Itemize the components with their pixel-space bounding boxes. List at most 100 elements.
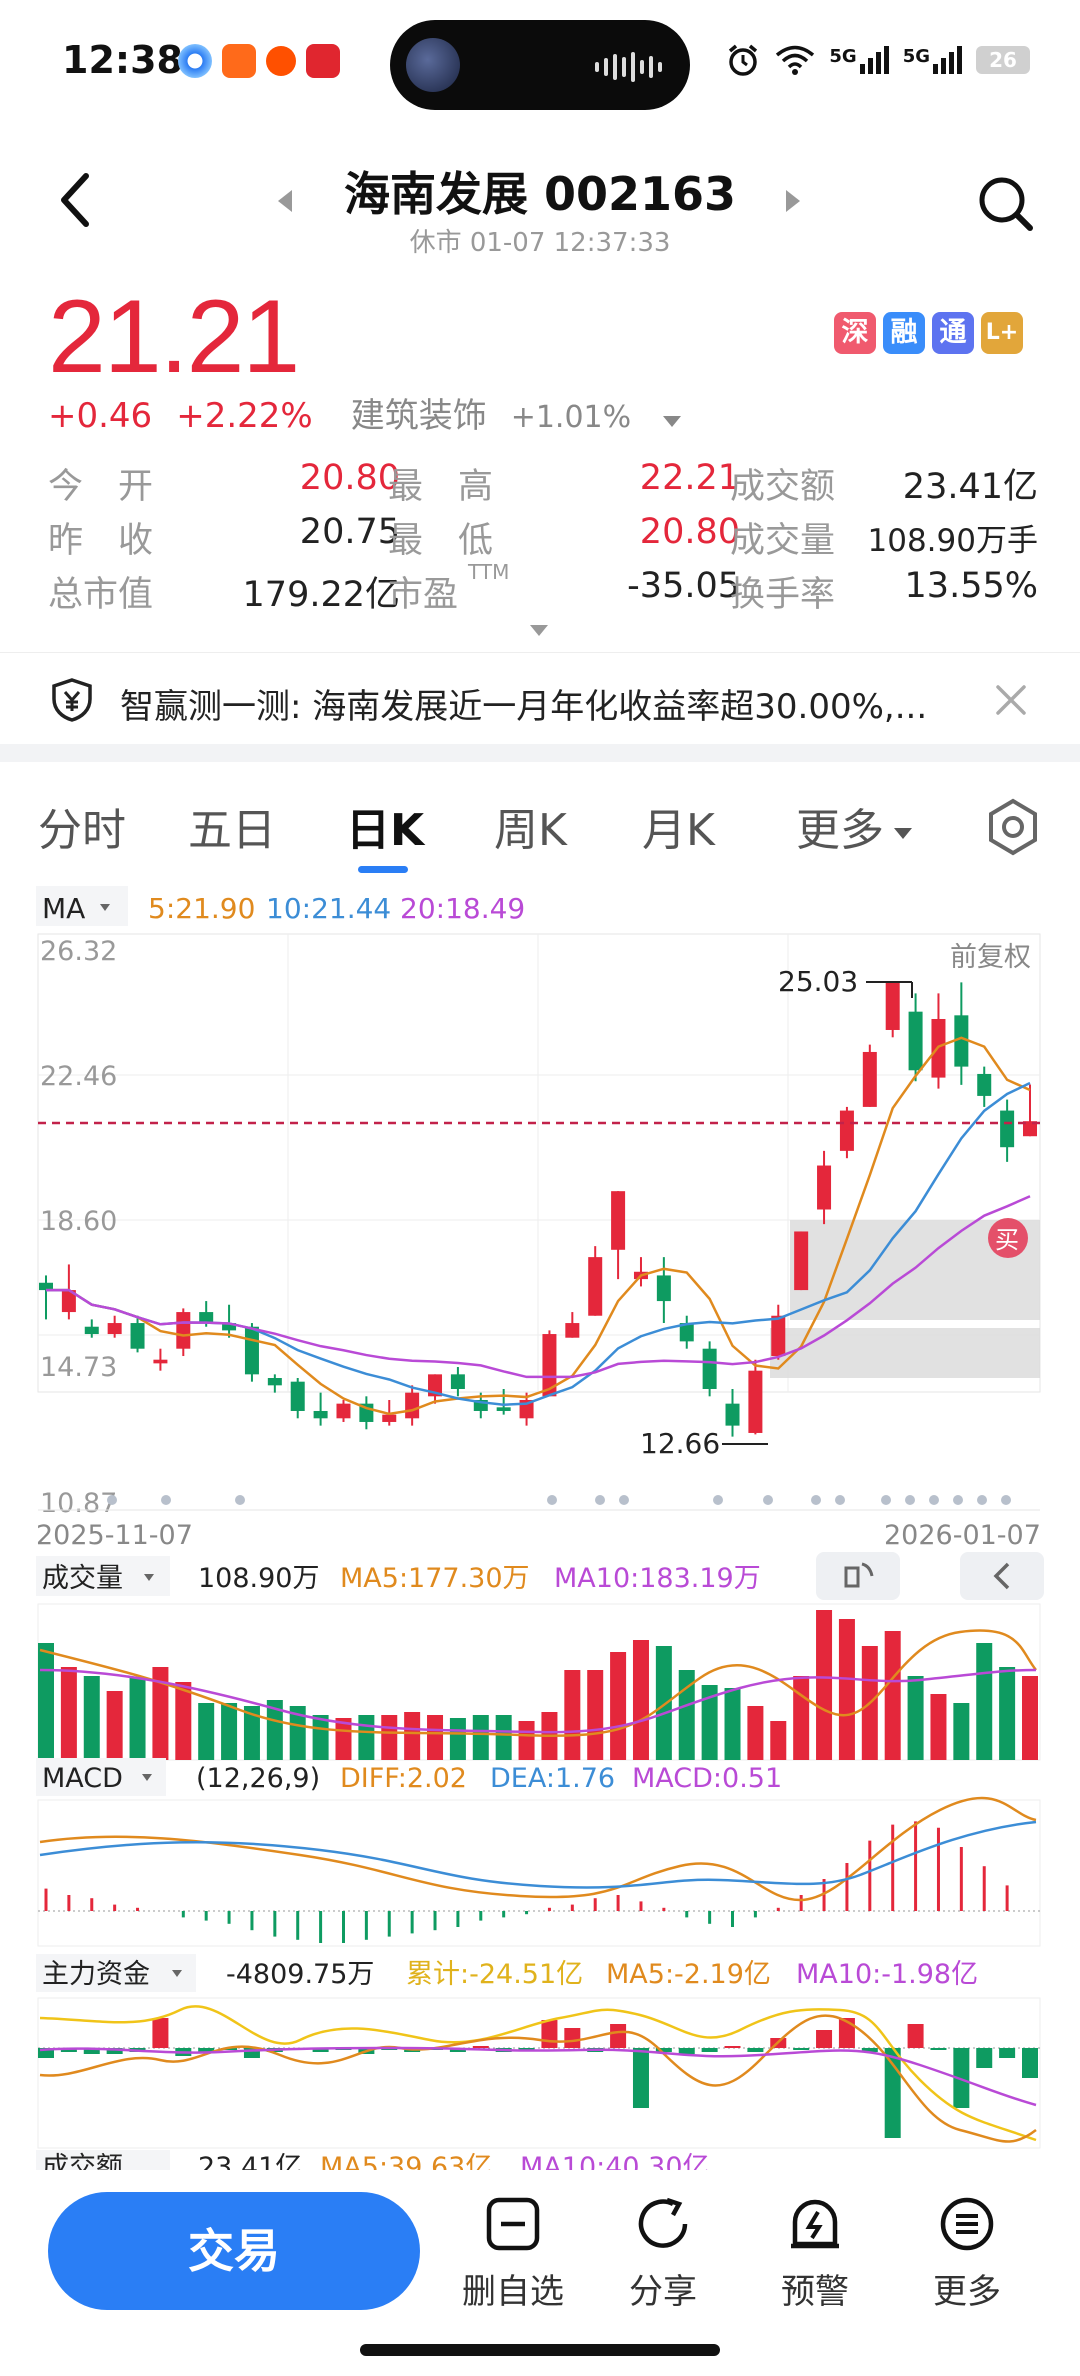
candle-body [748,1370,763,1433]
candle-body [656,1275,671,1302]
stat-pe-ttm: TTM [468,560,510,584]
trade-button[interactable]: 交易 [48,2192,420,2310]
y-tick-label: 22.46 [40,1061,117,1092]
app-icon-taobao [266,46,296,76]
flow-bar [564,2028,581,2048]
flow-ma10: MA10:-1.98亿 [796,1959,978,1990]
amount-ma10: MA10:40.30亿 [520,2152,710,2170]
more-label: 更多 [933,2272,1001,2312]
current-price: 21.21 [48,279,300,395]
minus-square-icon [486,2197,540,2251]
volume-bar [587,1670,604,1760]
vol-label: 成交量 [42,1563,123,1594]
candle-body [130,1323,145,1349]
macd-label: MACD [42,1763,123,1794]
alert-icon [791,2199,839,2249]
signal-1-icon: 5G [829,46,889,74]
volume-bar [564,1670,581,1760]
tab-intraday[interactable]: 分时 [38,794,126,858]
search-icon[interactable] [976,174,1036,234]
notice-banner[interactable]: 智赢测一测: 海南发展近一月年化收益率超30.00%,... [0,652,1080,744]
settings-icon[interactable] [984,798,1042,856]
app-icon-red [306,44,340,78]
candle-body [244,1326,259,1375]
bottom-action-bar: 交易 删自选 分享 预警 更多 [0,2180,1080,2376]
badge-level2[interactable]: L+ [981,312,1023,354]
tab-daily-k[interactable]: 日K [346,794,424,858]
kline-chart[interactable]: MA 5:21.90 10:21.44 20:18.49 26.32 22.46… [0,880,1080,2183]
macd-diff: DIFF:2.02 [340,1763,467,1794]
macd-value: MACD:0.51 [632,1763,782,1794]
candle-body [702,1348,717,1389]
amount-value: 23.41亿 [198,2152,302,2170]
tab-weekly-k[interactable]: 周K [494,794,567,858]
vol-ma10: MA10:183.19万 [554,1563,761,1594]
volume-bar [976,1643,993,1760]
volume-bar [632,1640,649,1760]
flow-bar [816,2030,833,2048]
chip-zone-lower [770,1328,1040,1378]
volume-bar [930,1694,947,1760]
badge-sz[interactable]: 深 [834,312,876,354]
candle-body [153,1359,168,1364]
badge-margin[interactable]: 融 [883,312,925,354]
flow-bar [884,2048,901,2138]
collapse-button[interactable] [960,1552,1044,1600]
stat-open: 20.80 [299,458,400,498]
volume-bar [221,1703,238,1760]
network-label: 5G [902,46,930,67]
share-icon [638,2197,688,2248]
shield-yen-icon [52,678,92,722]
volume-bar [198,1703,215,1760]
vol-value: 108.90万 [198,1563,319,1594]
stat-label: 换手率 [730,575,836,615]
remove-watchlist-label: 删自选 [462,2272,564,2312]
flow-bar [907,2024,924,2048]
candle-body [565,1323,580,1338]
sector-name[interactable]: 建筑装饰 [351,388,487,437]
remove-watchlist-button[interactable]: 删自选 [448,2194,578,2313]
dynamic-island[interactable] [390,20,690,110]
sector-pct[interactable]: +1.01% [511,400,631,435]
amount-ma5: MA5:39.63亿 [320,2152,492,2170]
stat-label: 市盈 [388,575,459,615]
stat-prev-close: 20.75 [299,512,400,552]
candle-body [290,1381,305,1411]
stat-market-cap: 179.22亿 [242,575,400,615]
alert-label: 预警 [781,2272,849,2312]
volume-bar [106,1691,123,1760]
flow-value: -4809.75万 [226,1959,374,1990]
candle-body [405,1392,420,1419]
next-stock-icon[interactable] [786,190,800,212]
battery-icon: 26 [976,46,1030,74]
close-icon[interactable] [992,681,1030,719]
flow-ma5: MA5:-2.19亿 [606,1959,771,1990]
stat-pe: -35.05 [627,566,740,606]
y-tick-label: 26.32 [40,936,117,967]
expand-stats-icon[interactable] [530,625,548,636]
kline-chart-area[interactable]: MA 5:21.90 10:21.44 20:18.49 26.32 22.46… [0,880,1080,2183]
volume-bar [404,1712,421,1760]
status-right: 5G 5G 26 [725,42,1030,78]
network-label: 5G [829,46,857,67]
macd-dea-line [39,1820,1037,1889]
candle-body [885,981,900,1030]
candle-body [977,1073,992,1096]
flow-bar [632,2048,649,2108]
volume-bar [1022,1676,1038,1760]
sector-dropdown-icon[interactable] [663,416,682,427]
alert-button[interactable]: 预警 [750,2194,880,2313]
share-button[interactable]: 分享 [598,2194,728,2313]
volume-bar [312,1715,329,1760]
status-app-icons [178,44,340,78]
more-button[interactable]: 更多 [902,2194,1032,2313]
candle-body [176,1312,191,1349]
signal-2-icon: 5G [903,46,962,74]
price-adjust-label[interactable]: 前复权 [950,942,1031,973]
volume-bar [427,1715,444,1760]
stat-label: 最 低 [388,521,494,561]
tab-monthly-k[interactable]: 月K [642,794,715,858]
badge-connect[interactable]: 通 [932,312,974,354]
tab-five-day[interactable]: 五日 [188,794,276,858]
tab-more[interactable]: 更多 [796,794,912,858]
